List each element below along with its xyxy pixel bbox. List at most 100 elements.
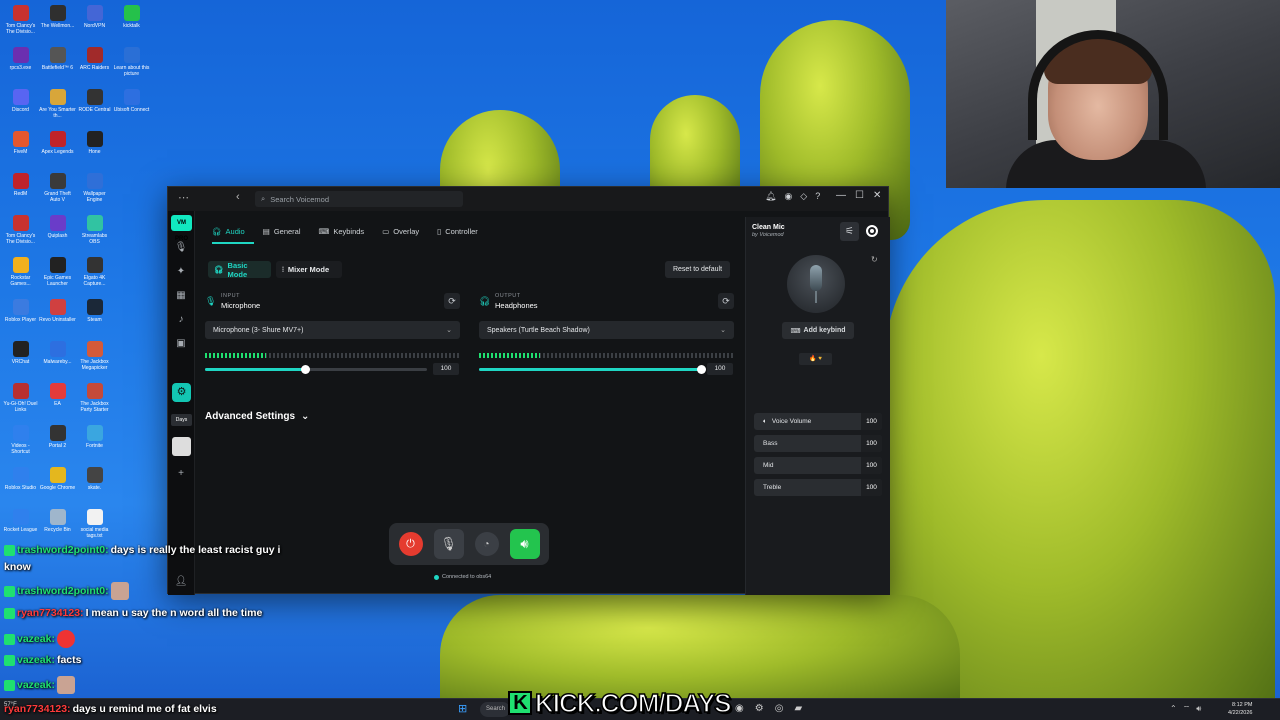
desktop-icon[interactable]: Discord: [2, 86, 39, 128]
voicemod-icon[interactable]: ▰: [794, 703, 802, 714]
mic-icon[interactable]: 🎙︎: [174, 241, 188, 255]
desktop-icon[interactable]: VRChat: [2, 338, 39, 380]
treble-row[interactable]: Treble 100: [754, 479, 882, 496]
days-badge[interactable]: Days: [171, 414, 192, 426]
bass-row[interactable]: Bass 100: [754, 435, 882, 452]
profile-icon[interactable]: 👤︎: [174, 575, 188, 589]
advanced-settings-toggle[interactable]: Advanced Settings ⌄: [205, 411, 309, 422]
menu-dots-icon[interactable]: ⋯: [178, 191, 189, 204]
chevron-up-icon[interactable]: ⌃: [1170, 704, 1177, 714]
tab-overlay[interactable]: ▭ Overlay: [382, 224, 419, 238]
favorite-badges[interactable]: 🔥 ♥: [799, 353, 832, 365]
desktop-icon[interactable]: EA: [39, 380, 76, 422]
settings-icon[interactable]: ⚙: [172, 383, 191, 402]
store-icon[interactable]: ▣: [174, 337, 188, 351]
output-device-select[interactable]: Speakers (Turtle Beach Shadow) ⌄: [479, 321, 734, 339]
tab-audio[interactable]: 🎧︎ Audio: [212, 224, 245, 238]
desktop-icon[interactable]: Grand Theft Auto V: [39, 170, 76, 212]
reset-to-default-button[interactable]: Reset to default: [665, 261, 730, 278]
row-value[interactable]: 100: [861, 435, 882, 452]
avatar[interactable]: [172, 437, 191, 456]
desktop-icon[interactable]: skate.: [76, 464, 113, 506]
reset-icon[interactable]: ↻: [871, 255, 878, 264]
desktop-icon[interactable]: The Jackbox Party Starter: [76, 380, 113, 422]
desktop-icon[interactable]: Revo Uninstaller: [39, 296, 76, 338]
desktop-icon[interactable]: FiveM: [2, 128, 39, 170]
help-icon[interactable]: ?: [815, 191, 820, 202]
desktop-icon[interactable]: Videos - Shortcut: [2, 422, 39, 464]
desktop-icon[interactable]: Yu-Gi-Oh! Duel Links: [2, 380, 39, 422]
desktop-icon[interactable]: The Wellmon...: [39, 2, 76, 44]
volume-icon[interactable]: 🔊︎: [1196, 704, 1201, 714]
desktop-icon[interactable]: Fortnite: [76, 422, 113, 464]
grid-icon[interactable]: ▦: [174, 289, 188, 303]
voice-volume-row[interactable]: 🔈︎ Voice Volume 100: [754, 413, 882, 430]
windows-start-icon[interactable]: ⊞: [458, 703, 471, 716]
desktop-icon[interactable]: Portal 2: [39, 422, 76, 464]
desktop-icon[interactable]: Quiplash: [39, 212, 76, 254]
output-volume-value[interactable]: 100: [707, 363, 733, 375]
row-value[interactable]: 100: [861, 457, 882, 474]
desktop-icon[interactable]: ARC Raiders: [76, 44, 113, 86]
desktop-icon[interactable]: Epic Games Launcher: [39, 254, 76, 296]
chrome-icon[interactable]: ◉: [735, 703, 744, 714]
desktop-icon[interactable]: Apex Legends: [39, 128, 76, 170]
desktop-icon[interactable]: Rockstar Games...: [2, 254, 39, 296]
hear-myself-button[interactable]: ◔: [474, 532, 499, 556]
desktop-icon[interactable]: Malwareby...: [39, 338, 76, 380]
desktop-icon[interactable]: Roblox Player: [2, 296, 39, 338]
mic-button[interactable]: 🎙︎: [433, 529, 464, 559]
tab-general[interactable]: ▤ General: [263, 224, 301, 238]
power-button[interactable]: ⏻: [398, 532, 423, 556]
search-input[interactable]: ⌕ Search Voicemod: [255, 191, 463, 207]
desktop-icon[interactable]: RODE Central: [76, 86, 113, 128]
add-icon[interactable]: +: [174, 467, 188, 481]
bell-icon[interactable]: 🔔︎: [765, 191, 776, 202]
taskbar-search[interactable]: Search: [480, 702, 510, 717]
input-volume-slider[interactable]: [205, 365, 427, 374]
obs-icon[interactable]: ◎: [775, 703, 784, 714]
output-volume-slider[interactable]: [479, 365, 706, 374]
output-volume-knob[interactable]: [697, 365, 706, 374]
voice-toggle[interactable]: [866, 225, 878, 237]
mixer-mode-button[interactable]: ⫶ Mixer Mode: [276, 261, 342, 278]
discord-icon[interactable]: ◉: [784, 191, 792, 202]
desktop-icon[interactable]: NordVPN: [76, 2, 113, 44]
row-value[interactable]: 100: [861, 413, 882, 430]
desktop-icon[interactable]: Google Chrome: [39, 464, 76, 506]
back-arrow-icon[interactable]: ‹: [236, 191, 240, 203]
input-volume-value[interactable]: 100: [433, 363, 459, 375]
desktop-icon[interactable]: Streamlabs OBS: [76, 212, 113, 254]
maximize-button[interactable]: ☐: [855, 190, 864, 201]
add-keybind-button[interactable]: ⌨︎ Add keybind: [782, 322, 854, 339]
input-volume-knob[interactable]: [300, 365, 310, 374]
row-value[interactable]: 100: [861, 479, 882, 496]
desktop-icon[interactable]: Learn about this picture: [113, 44, 150, 86]
desktop-icon[interactable]: Recycle Bin: [39, 506, 76, 548]
speaker-button[interactable]: 🔊︎: [509, 529, 540, 559]
bell-icon[interactable]: ♪: [174, 313, 188, 327]
desktop-icon[interactable]: Tom Clancy's The Divisio...: [2, 2, 39, 44]
minimize-button[interactable]: —: [836, 190, 846, 201]
tune-icon[interactable]: ⚟: [840, 222, 859, 241]
diamond-icon[interactable]: ◇: [800, 191, 807, 202]
desktop-icon[interactable]: The Jackbox Megapicker: [76, 338, 113, 380]
tab-keybinds[interactable]: ⌨︎ Keybinds: [319, 224, 365, 238]
desktop-icon[interactable]: Ubisoft Connect: [113, 86, 150, 128]
desktop-icon[interactable]: kicktalk: [113, 2, 150, 44]
desktop-icon[interactable]: Steam: [76, 296, 113, 338]
desktop-icon[interactable]: social media tags.txt: [76, 506, 113, 548]
close-button[interactable]: ✕: [873, 190, 881, 201]
desktop-icon[interactable]: Rocket League: [2, 506, 39, 548]
desktop-icon[interactable]: Elgato 4K Capture...: [76, 254, 113, 296]
refresh-icon[interactable]: ⟳: [718, 293, 734, 309]
mid-row[interactable]: Mid 100: [754, 457, 882, 474]
desktop-icon[interactable]: Roblox Studio: [2, 464, 39, 506]
desktop-icon[interactable]: Battlefield™ 6: [39, 44, 76, 86]
refresh-icon[interactable]: ⟳: [444, 293, 460, 309]
input-device-select[interactable]: Microphone (3- Shure MV7+) ⌄: [205, 321, 460, 339]
network-icon[interactable]: ⌔: [1183, 704, 1191, 714]
settings-icon[interactable]: ⚙: [755, 703, 764, 714]
sparkle-icon[interactable]: ✦: [174, 265, 188, 279]
desktop-icon[interactable]: Are You Smarter th...: [39, 86, 76, 128]
